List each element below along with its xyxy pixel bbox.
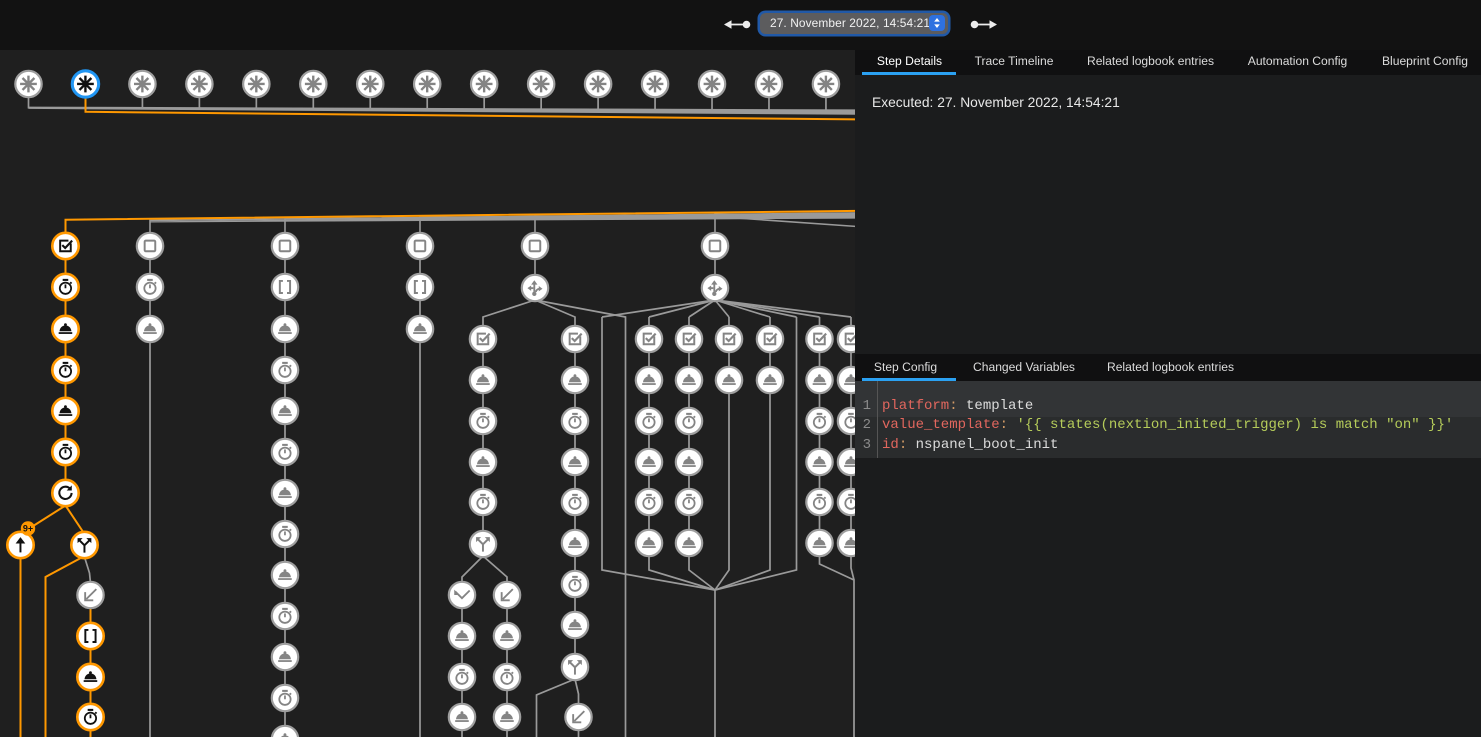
svg-text:9+: 9+ <box>23 524 33 534</box>
